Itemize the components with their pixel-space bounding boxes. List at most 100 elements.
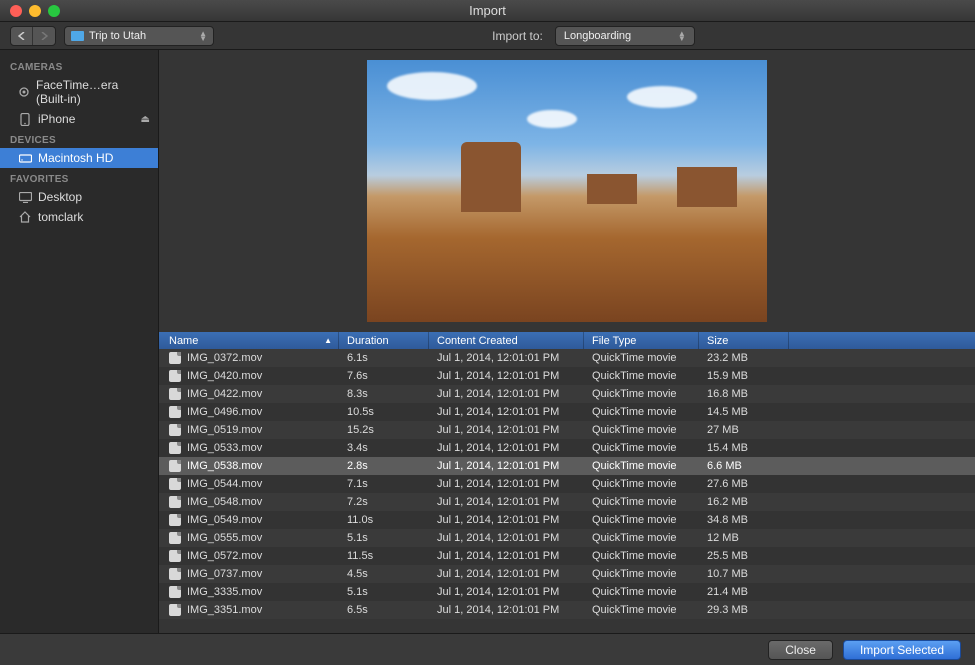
movie-file-icon (169, 604, 181, 616)
cell-name: IMG_0420.mov (159, 370, 339, 382)
cell-created: Jul 1, 2014, 12:01:01 PM (429, 352, 584, 364)
updown-icon: ▲▼ (199, 31, 207, 41)
nav-back-button[interactable] (11, 27, 33, 45)
cell-created: Jul 1, 2014, 12:01:01 PM (429, 568, 584, 580)
hdd-icon (18, 152, 32, 164)
cell-created: Jul 1, 2014, 12:01:01 PM (429, 442, 584, 454)
cell-duration: 6.5s (339, 604, 429, 616)
eject-icon[interactable]: ⏏ (141, 114, 150, 125)
cell-filetype: QuickTime movie (584, 406, 699, 418)
table-row[interactable]: IMG_0555.mov5.1sJul 1, 2014, 12:01:01 PM… (159, 529, 975, 547)
cell-created: Jul 1, 2014, 12:01:01 PM (429, 514, 584, 526)
table-row[interactable]: IMG_0519.mov15.2sJul 1, 2014, 12:01:01 P… (159, 421, 975, 439)
movie-file-icon (169, 514, 181, 526)
cell-duration: 7.1s (339, 478, 429, 490)
preview-pane (159, 50, 975, 332)
sidebar: CAMERASFaceTime…era (Built-in)iPhone⏏DEV… (0, 50, 159, 633)
close-button[interactable]: Close (768, 640, 833, 660)
table-row[interactable]: IMG_0572.mov11.5sJul 1, 2014, 12:01:01 P… (159, 547, 975, 565)
cell-size: 12 MB (699, 532, 789, 544)
movie-file-icon (169, 568, 181, 580)
movie-file-icon (169, 424, 181, 436)
table-row[interactable]: IMG_0422.mov8.3sJul 1, 2014, 12:01:01 PM… (159, 385, 975, 403)
movie-file-icon (169, 442, 181, 454)
cell-size: 16.2 MB (699, 496, 789, 508)
cell-size: 21.4 MB (699, 586, 789, 598)
movie-file-icon (169, 478, 181, 490)
col-created[interactable]: Content Created (429, 332, 584, 349)
toolbar: Trip to Utah ▲▼ Import to: Longboarding … (0, 22, 975, 50)
cell-filetype: QuickTime movie (584, 442, 699, 454)
cell-created: Jul 1, 2014, 12:01:01 PM (429, 478, 584, 490)
sidebar-item[interactable]: iPhone⏏ (0, 109, 158, 129)
cell-name: IMG_0533.mov (159, 442, 339, 454)
zoom-window-button[interactable] (48, 5, 60, 17)
cell-name: IMG_0737.mov (159, 568, 339, 580)
import-window: Import Trip to Utah ▲▼ Import to: Longbo… (0, 0, 975, 665)
cell-filetype: QuickTime movie (584, 550, 699, 562)
content-area: Name▲ Duration Content Created File Type… (159, 50, 975, 633)
path-selector[interactable]: Trip to Utah ▲▼ (64, 26, 214, 46)
cell-created: Jul 1, 2014, 12:01:01 PM (429, 370, 584, 382)
table-row[interactable]: IMG_0372.mov6.1sJul 1, 2014, 12:01:01 PM… (159, 349, 975, 367)
sidebar-header: FAVORITES (0, 168, 158, 187)
table-row[interactable]: IMG_0420.mov7.6sJul 1, 2014, 12:01:01 PM… (159, 367, 975, 385)
movie-file-icon (169, 496, 181, 508)
cell-duration: 5.1s (339, 586, 429, 598)
col-duration[interactable]: Duration (339, 332, 429, 349)
cell-name: IMG_0422.mov (159, 388, 339, 400)
cell-filetype: QuickTime movie (584, 352, 699, 364)
cell-name: IMG_0496.mov (159, 406, 339, 418)
cell-name: IMG_0572.mov (159, 550, 339, 562)
cell-duration: 5.1s (339, 532, 429, 544)
cell-duration: 6.1s (339, 352, 429, 364)
desktop-icon (18, 191, 32, 203)
table-row[interactable]: IMG_0533.mov3.4sJul 1, 2014, 12:01:01 PM… (159, 439, 975, 457)
sidebar-item[interactable]: Macintosh HD (0, 148, 158, 168)
cell-filetype: QuickTime movie (584, 496, 699, 508)
cell-duration: 7.2s (339, 496, 429, 508)
cell-name: IMG_0548.mov (159, 496, 339, 508)
table-row[interactable]: IMG_3351.mov6.5sJul 1, 2014, 12:01:01 PM… (159, 601, 975, 619)
sidebar-item[interactable]: tomclark (0, 207, 158, 227)
sort-asc-icon: ▲ (324, 336, 332, 345)
col-filetype[interactable]: File Type (584, 332, 699, 349)
cell-name: IMG_0544.mov (159, 478, 339, 490)
cell-filetype: QuickTime movie (584, 532, 699, 544)
import-to-selector[interactable]: Longboarding ▲▼ (555, 26, 695, 46)
cell-name: IMG_3351.mov (159, 604, 339, 616)
cell-size: 14.5 MB (699, 406, 789, 418)
table-row[interactable]: IMG_0538.mov2.8sJul 1, 2014, 12:01:01 PM… (159, 457, 975, 475)
sidebar-item[interactable]: FaceTime…era (Built-in) (0, 75, 158, 109)
sidebar-item-label: FaceTime…era (Built-in) (36, 78, 148, 106)
nav-forward-button[interactable] (33, 27, 55, 45)
table-row[interactable]: IMG_0549.mov11.0sJul 1, 2014, 12:01:01 P… (159, 511, 975, 529)
cell-created: Jul 1, 2014, 12:01:01 PM (429, 460, 584, 472)
cell-created: Jul 1, 2014, 12:01:01 PM (429, 406, 584, 418)
cell-size: 27 MB (699, 424, 789, 436)
import-selected-button[interactable]: Import Selected (843, 640, 961, 660)
minimize-window-button[interactable] (29, 5, 41, 17)
folder-icon (71, 31, 84, 41)
table-row[interactable]: IMG_3335.mov5.1sJul 1, 2014, 12:01:01 PM… (159, 583, 975, 601)
sidebar-item[interactable]: Desktop (0, 187, 158, 207)
table-row[interactable]: IMG_0496.mov10.5sJul 1, 2014, 12:01:01 P… (159, 403, 975, 421)
cell-filetype: QuickTime movie (584, 568, 699, 580)
cell-filetype: QuickTime movie (584, 424, 699, 436)
updown-icon: ▲▼ (678, 31, 686, 41)
sidebar-item-label: Macintosh HD (38, 151, 113, 165)
close-window-button[interactable] (10, 5, 22, 17)
cell-duration: 15.2s (339, 424, 429, 436)
clip-thumbnail[interactable] (367, 60, 767, 322)
cell-size: 29.3 MB (699, 604, 789, 616)
path-label: Trip to Utah (89, 30, 146, 42)
col-size[interactable]: Size (699, 332, 789, 349)
col-name[interactable]: Name▲ (159, 332, 339, 349)
cell-filetype: QuickTime movie (584, 478, 699, 490)
cell-size: 23.2 MB (699, 352, 789, 364)
table-row[interactable]: IMG_0737.mov4.5sJul 1, 2014, 12:01:01 PM… (159, 565, 975, 583)
table-row[interactable]: IMG_0544.mov7.1sJul 1, 2014, 12:01:01 PM… (159, 475, 975, 493)
sidebar-item-label: Desktop (38, 190, 82, 204)
table-row[interactable]: IMG_0548.mov7.2sJul 1, 2014, 12:01:01 PM… (159, 493, 975, 511)
col-spacer (789, 332, 975, 349)
